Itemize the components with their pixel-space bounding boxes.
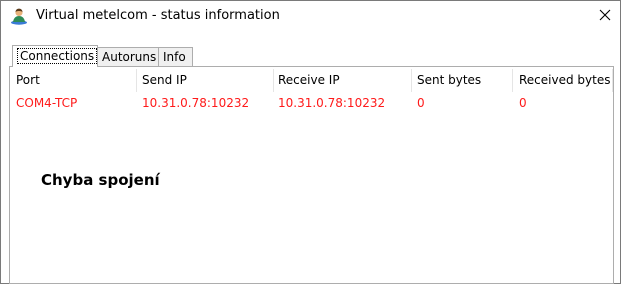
tab-autoruns[interactable]: Autoruns	[97, 47, 159, 66]
title-bar[interactable]: Virtual metelcom - status information	[1, 1, 620, 31]
tab-label: Info	[163, 50, 186, 64]
column-header-sent-bytes[interactable]: Sent bytes	[417, 67, 481, 94]
tab-info[interactable]: Info	[158, 47, 193, 66]
column-header-send-ip[interactable]: Send IP	[142, 67, 187, 94]
column-separator[interactable]	[512, 69, 513, 92]
tab-connections[interactable]: Connections	[12, 45, 98, 67]
cell-receive-ip: 10.31.0.78:10232	[278, 96, 386, 110]
status-window: Virtual metelcom - status information Co…	[0, 0, 621, 284]
close-icon	[599, 9, 611, 24]
list-header: Port Send IP Receive IP Sent bytes Recei…	[10, 67, 613, 94]
connections-panel: Port Send IP Receive IP Sent bytes Recei…	[9, 66, 614, 284]
table-row[interactable]: COM4-TCP 10.31.0.78:10232 10.31.0.78:102…	[10, 94, 613, 114]
error-message: Chyba spojení	[41, 171, 160, 189]
cell-send-ip: 10.31.0.78:10232	[142, 96, 250, 110]
column-header-port[interactable]: Port	[16, 67, 40, 94]
cell-sent-bytes: 0	[417, 96, 425, 110]
column-separator[interactable]	[136, 69, 137, 92]
window-title: Virtual metelcom - status information	[36, 8, 280, 23]
column-separator[interactable]	[612, 69, 613, 92]
column-header-received-bytes[interactable]: Received bytes	[519, 67, 610, 94]
column-separator[interactable]	[273, 69, 274, 92]
close-button[interactable]	[591, 3, 619, 29]
cell-received-bytes: 0	[519, 96, 527, 110]
user-person-icon	[10, 7, 28, 25]
column-header-receive-ip[interactable]: Receive IP	[278, 67, 340, 94]
tab-label: Autoruns	[102, 50, 157, 64]
column-separator[interactable]	[411, 69, 412, 92]
cell-port: COM4-TCP	[16, 96, 78, 110]
tab-label: Connections	[17, 48, 98, 64]
